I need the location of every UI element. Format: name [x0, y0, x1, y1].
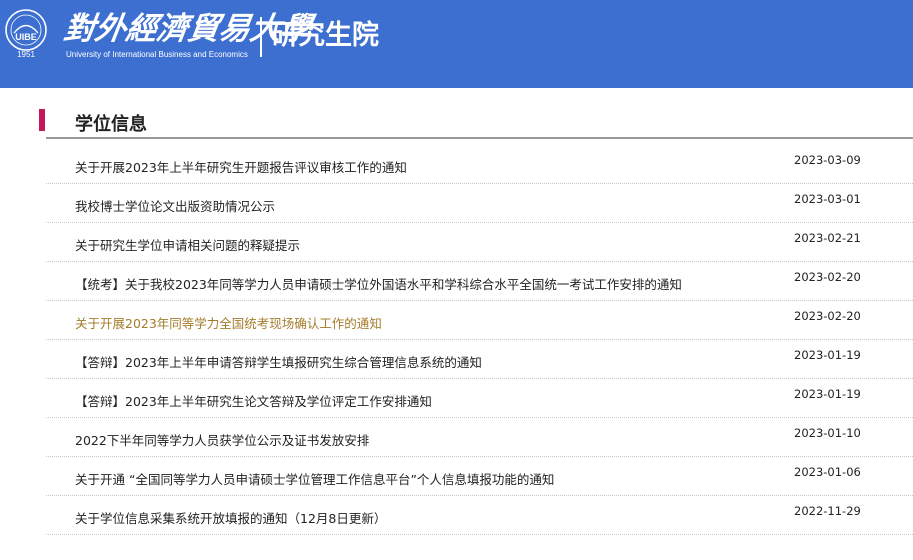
list-item: 关于开展2023年上半年研究生开题报告评议审核工作的通知 2023-03-09	[46, 145, 913, 184]
news-link[interactable]: 【答辩】2023年上半年申请答辩学生填报研究生综合管理信息系统的通知	[75, 355, 482, 371]
list-item: 【答辩】2023年上半年研究生论文答辩及学位评定工作安排通知 2023-01-1…	[46, 379, 913, 418]
list-item: 关于学位信息采集系统开放填报的通知（12月8日更新） 2022-11-29	[46, 496, 913, 535]
news-link-hovered[interactable]: 关于开展2023年同等学力全国统考现场确认工作的通知	[75, 316, 382, 332]
list-item: 关于研究生学位申请相关问题的释疑提示 2023-02-21	[46, 223, 913, 262]
university-name-en: University of International Business and…	[66, 50, 248, 59]
list-item: 【答辩】2023年上半年申请答辩学生填报研究生综合管理信息系统的通知 2023-…	[46, 340, 913, 379]
news-link[interactable]: 2022下半年同等学力人员获学位公示及证书发放安排	[75, 433, 369, 449]
news-date: 2023-01-19	[794, 387, 861, 401]
news-link[interactable]: 我校博士学位论文出版资助情况公示	[75, 199, 275, 215]
news-list: 关于开展2023年上半年研究生开题报告评议审核工作的通知 2023-03-09 …	[46, 145, 913, 535]
list-item: 【统考】关于我校2023年同等学力人员申请硕士学位外国语水平和学科综合水平全国统…	[46, 262, 913, 301]
news-link[interactable]: 关于开展2023年上半年研究生开题报告评议审核工作的通知	[75, 160, 407, 176]
news-date: 2023-03-09	[794, 153, 861, 167]
list-item: 关于开展2023年同等学力全国统考现场确认工作的通知 2023-02-20	[46, 301, 913, 340]
news-date: 2023-03-01	[794, 192, 861, 206]
university-seal-icon[interactable]: UIBE 1951	[4, 8, 48, 60]
seal-year: 1951	[17, 50, 35, 59]
svg-text:UIBE: UIBE	[15, 32, 37, 42]
section-accent-bar	[39, 109, 45, 131]
section-title: 学位信息	[75, 114, 147, 135]
news-date: 2023-01-06	[794, 465, 861, 479]
news-date: 2023-02-21	[794, 231, 861, 245]
site-header: UIBE 1951 對外經濟貿易大學 University of Interna…	[0, 0, 913, 88]
list-item: 2022下半年同等学力人员获学位公示及证书发放安排 2023-01-10	[46, 418, 913, 457]
news-date: 2023-02-20	[794, 309, 861, 323]
news-date: 2023-01-19	[794, 348, 861, 362]
news-link[interactable]: 关于开通 “全国同等学力人员申请硕士学位管理工作信息平台”个人信息填报功能的通知	[75, 472, 554, 488]
news-date: 2023-02-20	[794, 270, 861, 284]
department-title[interactable]: 研究生院	[271, 18, 379, 54]
list-item: 关于开通 “全国同等学力人员申请硕士学位管理工作信息平台”个人信息填报功能的通知…	[46, 457, 913, 496]
news-link[interactable]: 【统考】关于我校2023年同等学力人员申请硕士学位外国语水平和学科综合水平全国统…	[75, 277, 682, 293]
news-link[interactable]: 【答辩】2023年上半年研究生论文答辩及学位评定工作安排通知	[75, 394, 432, 410]
news-date: 2022-11-29	[794, 504, 861, 518]
header-divider	[260, 17, 262, 57]
section-divider	[46, 137, 913, 139]
news-date: 2023-01-10	[794, 426, 861, 440]
list-item: 我校博士学位论文出版资助情况公示 2023-03-01	[46, 184, 913, 223]
news-link[interactable]: 关于学位信息采集系统开放填报的通知（12月8日更新）	[75, 511, 386, 527]
news-link[interactable]: 关于研究生学位申请相关问题的释疑提示	[75, 238, 300, 254]
